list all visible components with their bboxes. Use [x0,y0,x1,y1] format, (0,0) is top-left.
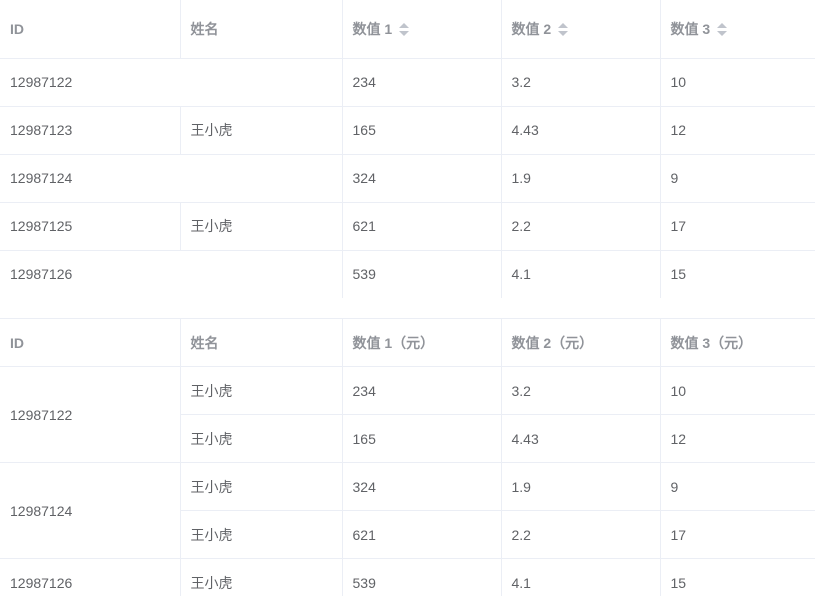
sort-caret-icon[interactable] [399,23,410,37]
cell-value3: 15 [660,558,815,596]
header-label: 数值 3 [670,20,711,37]
table-row: 12987125 王小虎 621 2.2 17 [0,202,815,251]
cell-name: 王小虎 [180,106,343,155]
cell-value3: 10 [660,366,815,415]
cell-id: 12987122 [0,58,343,107]
header-label: ID [10,20,24,37]
sort-ascending-icon[interactable] [717,23,728,29]
cell-name: 王小虎 [180,202,343,251]
cell-value2: 4.43 [501,414,661,463]
cell-value1: 165 [342,106,502,155]
cell-id: 12987124 [0,462,181,559]
cell-value3: 9 [660,154,815,203]
header-label: 姓名 [190,20,219,37]
table-row: 12987126 王小虎 539 4.1 15 [0,558,815,596]
cell-value2: 1.9 [501,154,661,203]
cell-value1: 165 [342,414,502,463]
cell-value3: 12 [660,106,815,155]
column-header-value3: 数值 3（元） [660,318,815,367]
cell-value2: 2.2 [501,510,661,559]
table-row: 12987124 王小虎 324 1.9 9 [0,462,815,559]
column-header-name: 姓名 [180,0,343,59]
cell-value1: 539 [342,558,502,596]
cell-value3: 17 [660,510,815,559]
sort-caret-icon[interactable] [717,23,728,37]
cell-name: 王小虎 [180,462,343,511]
cell-name: 王小虎 [180,414,343,463]
cell-value1: 234 [342,58,502,107]
cell-value3: 9 [660,462,815,511]
table-row: 12987122 王小虎 234 3.2 10 [0,366,815,463]
cell-name: 王小虎 [180,510,343,559]
sort-descending-icon[interactable] [717,31,728,37]
cell-value3: 10 [660,58,815,107]
spanned-table-id-merge: ID 姓名 数值 1（元） 数值 2（元） 数值 3（元） 12987122 王… [0,318,815,596]
sort-caret-icon[interactable] [558,23,569,37]
header-label: 数值 1 [352,20,393,37]
cell-value1: 621 [342,510,502,559]
sort-ascending-icon[interactable] [399,23,410,29]
cell-value2: 4.43 [501,106,661,155]
table-row: 12987124 324 1.9 9 [0,154,815,203]
spanned-table-rows: ID 姓名 数值 1 数值 2 数值 3 12987122 234 3.2 10… [0,0,815,299]
cell-name: 王小虎 [180,558,343,596]
column-header-value2: 数值 2（元） [501,318,661,367]
column-header-id: ID [0,318,181,367]
sort-descending-icon[interactable] [399,31,410,37]
table-row: 12987126 539 4.1 15 [0,250,815,299]
column-header-value2[interactable]: 数值 2 [501,0,661,59]
cell-value1: 324 [342,462,502,511]
table-spacer [0,298,815,318]
table-row: 12987123 王小虎 165 4.43 12 [0,106,815,155]
cell-id: 12987126 [0,558,181,596]
cell-value1: 234 [342,366,502,415]
cell-id: 12987125 [0,202,181,251]
table-header-row: ID 姓名 数值 1 数值 2 数值 3 [0,0,815,59]
cell-value2: 2.2 [501,202,661,251]
header-label: 数值 2 [511,20,552,37]
cell-value3: 12 [660,414,815,463]
column-header-name: 姓名 [180,318,343,367]
cell-id: 12987122 [0,366,181,463]
column-header-id: ID [0,0,181,59]
cell-value2: 3.2 [501,366,661,415]
column-header-value1[interactable]: 数值 1 [342,0,502,59]
cell-value2: 1.9 [501,462,661,511]
column-header-value3[interactable]: 数值 3 [660,0,815,59]
sort-ascending-icon[interactable] [558,23,569,29]
cell-value2: 4.1 [501,250,661,299]
cell-value3: 17 [660,202,815,251]
sort-descending-icon[interactable] [558,31,569,37]
table-row: 12987122 234 3.2 10 [0,58,815,107]
cell-value1: 539 [342,250,502,299]
cell-value1: 324 [342,154,502,203]
column-header-value1: 数值 1（元） [342,318,502,367]
cell-value1: 621 [342,202,502,251]
cell-name: 王小虎 [180,366,343,415]
cell-value3: 15 [660,250,815,299]
cell-id: 12987126 [0,250,343,299]
cell-value2: 3.2 [501,58,661,107]
cell-value2: 4.1 [501,558,661,596]
table-header-row: ID 姓名 数值 1（元） 数值 2（元） 数值 3（元） [0,318,815,367]
cell-id: 12987123 [0,106,181,155]
cell-id: 12987124 [0,154,343,203]
